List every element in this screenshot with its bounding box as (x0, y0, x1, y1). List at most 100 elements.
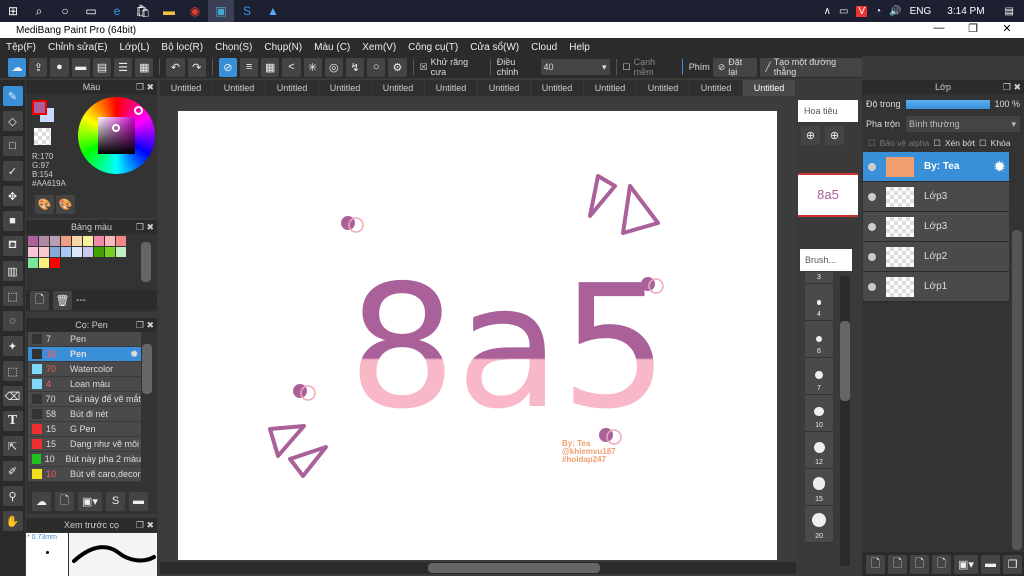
brush-script-icon[interactable]: S (106, 491, 125, 511)
menu-item[interactable]: Cửa sổ(W) (470, 42, 519, 53)
brush-size-option[interactable]: 15 (805, 469, 833, 506)
brush-add-dropdown-icon[interactable]: ▣▾ (78, 491, 102, 511)
brush-size-option[interactable]: 3 (805, 272, 833, 284)
tab-untitled[interactable]: Untitled (266, 80, 319, 96)
rectangle-tool-icon[interactable]: □ (2, 136, 23, 156)
language-indicator[interactable]: ENG (910, 6, 932, 17)
palette-swatch[interactable] (50, 247, 60, 257)
brush-item[interactable]: 10 Bút vẽ caro,decor (28, 467, 141, 482)
tab-untitled[interactable]: Untitled (690, 80, 743, 96)
menu-item[interactable]: Tệp(F) (6, 42, 36, 53)
parallel-snap-icon[interactable]: ≡ (239, 57, 259, 77)
new-halftone-layer-icon[interactable]: 🗋 (888, 554, 907, 574)
hand-tool-icon[interactable]: ✋ (2, 511, 23, 531)
tab-untitled[interactable]: Untitled (372, 80, 425, 96)
brush-item[interactable]: 58 Bút đi nét (28, 407, 141, 422)
panel-close-icon[interactable]: ❐ ✖ (136, 518, 154, 532)
palette-swatch[interactable] (83, 236, 93, 246)
document-icon[interactable]: ▤ (92, 57, 112, 77)
palette-swatch[interactable] (116, 236, 126, 246)
visibility-icon[interactable] (868, 192, 876, 201)
list-icon[interactable]: ☰ (114, 57, 133, 77)
palette-swatch[interactable] (50, 258, 60, 268)
saturation-square[interactable] (98, 117, 135, 154)
menu-item[interactable]: Bộ lọc(R) (161, 42, 203, 53)
brush-item[interactable]: 10 Bút này pha 2 màu (28, 452, 141, 467)
menu-item[interactable]: Chọn(S) (215, 42, 252, 53)
brush-item[interactable]: 70 Watercolor (28, 362, 141, 377)
magic-wand-icon[interactable]: ✦ (2, 336, 23, 356)
visibility-icon[interactable] (868, 222, 876, 231)
menu-item[interactable]: Xem(V) (362, 42, 396, 53)
chevron-up-icon[interactable]: ∧ (824, 6, 831, 17)
menu-item[interactable]: Màu (C) (314, 42, 350, 53)
tab-untitled[interactable]: Untitled (584, 80, 637, 96)
visibility-icon[interactable] (868, 162, 876, 171)
palette-swatch[interactable] (94, 247, 104, 257)
operation-tool-icon[interactable]: ⇱ (2, 436, 23, 456)
clock[interactable]: 3:14 PM (947, 6, 984, 17)
horizontal-scrollbar[interactable] (160, 562, 796, 574)
palette-swatch[interactable] (61, 247, 71, 257)
palette-swatch[interactable] (28, 258, 38, 268)
color-wheel[interactable] (78, 97, 155, 174)
menu-item[interactable]: Lớp(L) (120, 42, 150, 53)
new-brush-icon[interactable]: 🗋 (55, 491, 74, 511)
new-palette-icon[interactable]: 🗋 (30, 290, 49, 310)
brush-size-option[interactable]: 12 (805, 432, 833, 469)
grid-snap-icon[interactable]: ▦ (261, 57, 280, 77)
menu-item[interactable]: Help (569, 42, 590, 53)
windows-icon[interactable]: ⊞ (0, 0, 26, 22)
folder-icon[interactable]: ▬ (129, 491, 148, 511)
select-pen-icon[interactable]: ⬚ (2, 361, 23, 381)
brush-size-option[interactable]: 20 (805, 506, 833, 543)
cortana-icon[interactable]: ○ (52, 0, 78, 22)
tab-untitled[interactable]: Untitled (213, 80, 266, 96)
palette-swatch[interactable] (105, 247, 115, 257)
divide-tool-icon[interactable]: ✐ (2, 461, 23, 481)
antialias-checkbox[interactable]: ☒ (420, 62, 428, 73)
zoom-fit-icon[interactable]: ⊕ (801, 126, 820, 145)
share-icon[interactable]: ⇪ (29, 57, 48, 77)
palette-swatch[interactable] (39, 258, 49, 268)
bucket-tool-icon[interactable]: ⛾ (2, 236, 23, 256)
grid-edit-icon[interactable]: ▦ (135, 57, 154, 77)
panel-close-icon[interactable]: ❐ ✖ (136, 80, 154, 94)
wifi-icon[interactable]: ◔ (875, 6, 881, 17)
redo-icon[interactable]: ↷ (187, 57, 206, 77)
panel-close-icon[interactable]: ❐ ✖ (136, 220, 154, 234)
visibility-icon[interactable] (868, 252, 876, 261)
notification-icon[interactable]: ▤ (1005, 6, 1014, 17)
layer-item[interactable]: Lớp2 (863, 242, 1009, 272)
cloud-icon[interactable]: ☁ (8, 57, 27, 77)
palette-swatch[interactable] (94, 236, 104, 246)
circle-snap-icon[interactable]: ◎ (324, 57, 343, 77)
visibility-icon[interactable] (868, 282, 876, 291)
new-1bit-layer-icon[interactable]: 🗋 (932, 554, 951, 574)
lasso-tool-icon[interactable]: ◌ (2, 311, 23, 331)
palette-swatch[interactable] (28, 236, 38, 246)
drawing-canvas[interactable]: 8a5 By: Tea @khiemvu187 #hoidap247 (178, 111, 777, 560)
menu-item[interactable]: Công cụ(T) (408, 42, 458, 53)
zoom-in-icon[interactable]: ⊕ (825, 126, 844, 145)
brush-size-option[interactable]: 6 (805, 321, 833, 358)
blend-dropdown[interactable]: Bình thường ▾ (906, 116, 1020, 132)
menu-item[interactable]: Chụp(N) (264, 42, 302, 53)
perspective-snap-icon[interactable]: < (282, 57, 301, 77)
select-eraser-icon[interactable]: ⌫ (2, 386, 23, 406)
clip-checkbox[interactable]: ☐ (933, 138, 941, 149)
brush-size-scrollbar[interactable] (840, 276, 850, 566)
tab-untitled[interactable]: Untitled (160, 80, 213, 96)
straight-line-button[interactable]: ╱ Tạo một đường thẳng (760, 57, 863, 77)
delete-palette-icon[interactable]: 🗑 (53, 290, 72, 310)
transparent-swatch[interactable] (34, 128, 51, 145)
layer-item[interactable]: By: Tea ✹ (863, 152, 1009, 182)
palette-swatch[interactable] (116, 247, 126, 257)
tab-untitled[interactable]: Untitled (637, 80, 690, 96)
palette-swatch[interactable] (72, 236, 82, 246)
tab-untitled[interactable]: Untitled (743, 80, 796, 96)
layer-scrollbar[interactable] (1012, 230, 1022, 550)
new-layer-icon[interactable]: 🗋 (866, 554, 885, 574)
eyedropper-icon[interactable]: ⚲ (2, 486, 23, 506)
palette-swatch[interactable] (105, 236, 115, 246)
